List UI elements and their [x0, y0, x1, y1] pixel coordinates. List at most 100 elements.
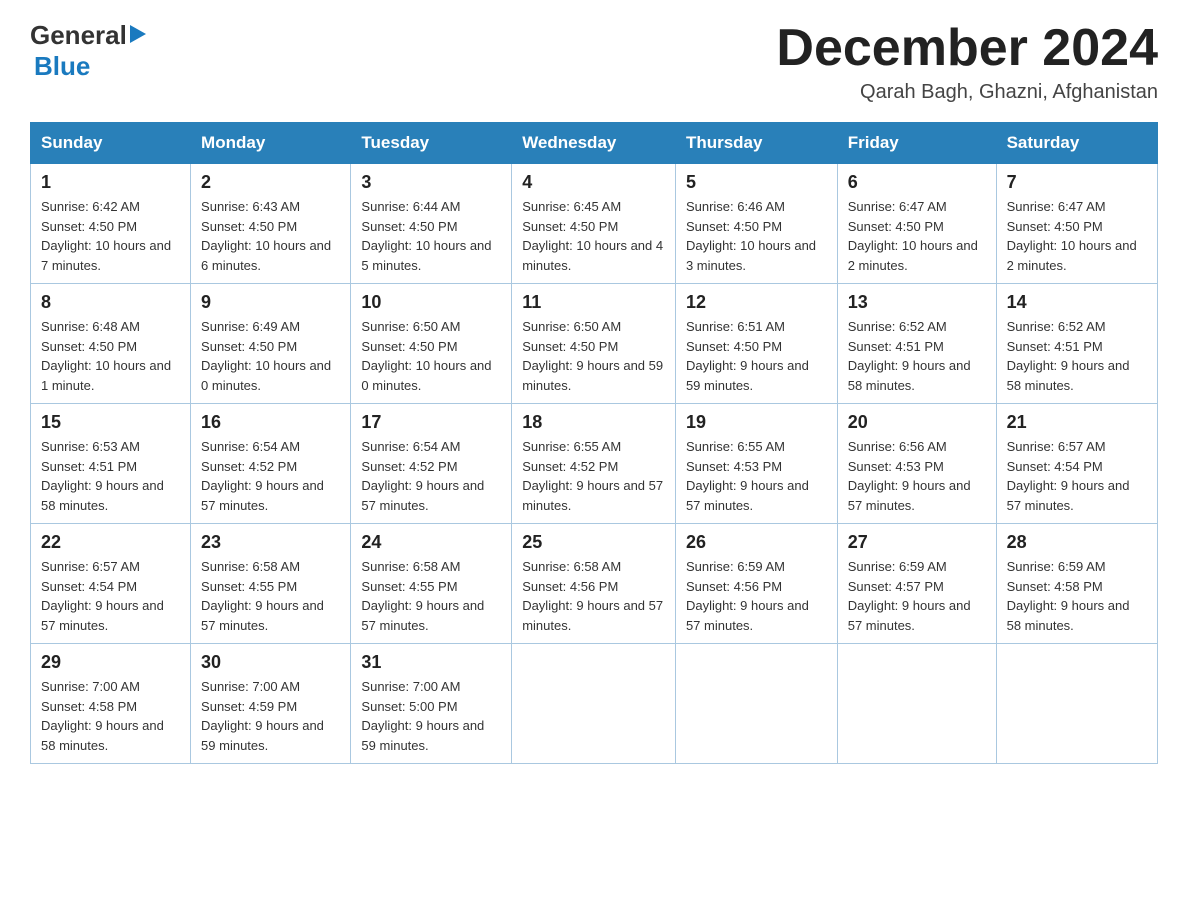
calendar-cell: 5 Sunrise: 6:46 AMSunset: 4:50 PMDayligh… [675, 164, 837, 284]
day-number: 28 [1007, 532, 1147, 553]
page-header: General Blue December 2024 Qarah Bagh, G… [30, 20, 1158, 104]
day-number: 9 [201, 292, 340, 313]
day-info: Sunrise: 6:57 AMSunset: 4:54 PMDaylight:… [41, 559, 164, 633]
day-number: 5 [686, 172, 827, 193]
day-info: Sunrise: 6:49 AMSunset: 4:50 PMDaylight:… [201, 319, 331, 393]
day-number: 13 [848, 292, 986, 313]
calendar-cell [996, 644, 1157, 764]
day-info: Sunrise: 6:42 AMSunset: 4:50 PMDaylight:… [41, 199, 171, 273]
day-info: Sunrise: 7:00 AMSunset: 4:59 PMDaylight:… [201, 679, 324, 753]
calendar-cell: 15 Sunrise: 6:53 AMSunset: 4:51 PMDaylig… [31, 404, 191, 524]
weekday-header-sunday: Sunday [31, 123, 191, 164]
day-number: 27 [848, 532, 986, 553]
day-number: 19 [686, 412, 827, 433]
location-text: Qarah Bagh, Ghazni, Afghanistan [776, 81, 1158, 104]
day-info: Sunrise: 6:54 AMSunset: 4:52 PMDaylight:… [361, 439, 484, 513]
day-number: 25 [522, 532, 665, 553]
weekday-header-monday: Monday [191, 123, 351, 164]
calendar-cell: 12 Sunrise: 6:51 AMSunset: 4:50 PMDaylig… [675, 284, 837, 404]
calendar-cell: 19 Sunrise: 6:55 AMSunset: 4:53 PMDaylig… [675, 404, 837, 524]
day-info: Sunrise: 6:47 AMSunset: 4:50 PMDaylight:… [1007, 199, 1137, 273]
calendar-cell: 17 Sunrise: 6:54 AMSunset: 4:52 PMDaylig… [351, 404, 512, 524]
calendar-cell: 1 Sunrise: 6:42 AMSunset: 4:50 PMDayligh… [31, 164, 191, 284]
calendar-week-row: 8 Sunrise: 6:48 AMSunset: 4:50 PMDayligh… [31, 284, 1158, 404]
day-number: 23 [201, 532, 340, 553]
day-info: Sunrise: 6:58 AMSunset: 4:55 PMDaylight:… [201, 559, 324, 633]
day-number: 30 [201, 652, 340, 673]
weekday-header-saturday: Saturday [996, 123, 1157, 164]
day-number: 10 [361, 292, 501, 313]
calendar-week-row: 15 Sunrise: 6:53 AMSunset: 4:51 PMDaylig… [31, 404, 1158, 524]
calendar-cell: 14 Sunrise: 6:52 AMSunset: 4:51 PMDaylig… [996, 284, 1157, 404]
day-number: 17 [361, 412, 501, 433]
day-number: 26 [686, 532, 827, 553]
day-info: Sunrise: 6:43 AMSunset: 4:50 PMDaylight:… [201, 199, 331, 273]
weekday-header-row: SundayMondayTuesdayWednesdayThursdayFrid… [31, 123, 1158, 164]
day-info: Sunrise: 6:53 AMSunset: 4:51 PMDaylight:… [41, 439, 164, 513]
day-info: Sunrise: 6:54 AMSunset: 4:52 PMDaylight:… [201, 439, 324, 513]
calendar-cell: 10 Sunrise: 6:50 AMSunset: 4:50 PMDaylig… [351, 284, 512, 404]
calendar-week-row: 29 Sunrise: 7:00 AMSunset: 4:58 PMDaylig… [31, 644, 1158, 764]
calendar-cell [675, 644, 837, 764]
day-info: Sunrise: 6:45 AMSunset: 4:50 PMDaylight:… [522, 199, 663, 273]
day-number: 3 [361, 172, 501, 193]
day-number: 20 [848, 412, 986, 433]
title-section: December 2024 Qarah Bagh, Ghazni, Afghan… [776, 20, 1158, 104]
day-number: 21 [1007, 412, 1147, 433]
day-info: Sunrise: 6:50 AMSunset: 4:50 PMDaylight:… [522, 319, 663, 393]
calendar-cell: 31 Sunrise: 7:00 AMSunset: 5:00 PMDaylig… [351, 644, 512, 764]
day-info: Sunrise: 6:58 AMSunset: 4:56 PMDaylight:… [522, 559, 663, 633]
day-info: Sunrise: 6:52 AMSunset: 4:51 PMDaylight:… [1007, 319, 1130, 393]
calendar-cell: 3 Sunrise: 6:44 AMSunset: 4:50 PMDayligh… [351, 164, 512, 284]
calendar-cell: 18 Sunrise: 6:55 AMSunset: 4:52 PMDaylig… [512, 404, 676, 524]
day-info: Sunrise: 6:48 AMSunset: 4:50 PMDaylight:… [41, 319, 171, 393]
calendar-cell: 16 Sunrise: 6:54 AMSunset: 4:52 PMDaylig… [191, 404, 351, 524]
day-info: Sunrise: 6:55 AMSunset: 4:53 PMDaylight:… [686, 439, 809, 513]
day-number: 18 [522, 412, 665, 433]
day-info: Sunrise: 6:50 AMSunset: 4:50 PMDaylight:… [361, 319, 491, 393]
calendar-week-row: 1 Sunrise: 6:42 AMSunset: 4:50 PMDayligh… [31, 164, 1158, 284]
calendar-cell: 7 Sunrise: 6:47 AMSunset: 4:50 PMDayligh… [996, 164, 1157, 284]
calendar-cell: 8 Sunrise: 6:48 AMSunset: 4:50 PMDayligh… [31, 284, 191, 404]
day-number: 6 [848, 172, 986, 193]
calendar-cell: 2 Sunrise: 6:43 AMSunset: 4:50 PMDayligh… [191, 164, 351, 284]
calendar-cell: 25 Sunrise: 6:58 AMSunset: 4:56 PMDaylig… [512, 524, 676, 644]
calendar-cell: 23 Sunrise: 6:58 AMSunset: 4:55 PMDaylig… [191, 524, 351, 644]
calendar-cell: 26 Sunrise: 6:59 AMSunset: 4:56 PMDaylig… [675, 524, 837, 644]
calendar-table: SundayMondayTuesdayWednesdayThursdayFrid… [30, 122, 1158, 764]
calendar-cell: 22 Sunrise: 6:57 AMSunset: 4:54 PMDaylig… [31, 524, 191, 644]
day-number: 15 [41, 412, 180, 433]
calendar-cell: 9 Sunrise: 6:49 AMSunset: 4:50 PMDayligh… [191, 284, 351, 404]
day-info: Sunrise: 6:59 AMSunset: 4:57 PMDaylight:… [848, 559, 971, 633]
day-number: 2 [201, 172, 340, 193]
logo-arrow-icon [130, 25, 146, 48]
day-info: Sunrise: 6:46 AMSunset: 4:50 PMDaylight:… [686, 199, 816, 273]
day-number: 7 [1007, 172, 1147, 193]
weekday-header-wednesday: Wednesday [512, 123, 676, 164]
day-info: Sunrise: 6:44 AMSunset: 4:50 PMDaylight:… [361, 199, 491, 273]
calendar-cell: 29 Sunrise: 7:00 AMSunset: 4:58 PMDaylig… [31, 644, 191, 764]
day-info: Sunrise: 6:59 AMSunset: 4:58 PMDaylight:… [1007, 559, 1130, 633]
calendar-cell: 20 Sunrise: 6:56 AMSunset: 4:53 PMDaylig… [837, 404, 996, 524]
calendar-cell [837, 644, 996, 764]
weekday-header-friday: Friday [837, 123, 996, 164]
logo-general-text: General [30, 20, 127, 51]
calendar-week-row: 22 Sunrise: 6:57 AMSunset: 4:54 PMDaylig… [31, 524, 1158, 644]
weekday-header-tuesday: Tuesday [351, 123, 512, 164]
calendar-cell: 24 Sunrise: 6:58 AMSunset: 4:55 PMDaylig… [351, 524, 512, 644]
day-info: Sunrise: 6:51 AMSunset: 4:50 PMDaylight:… [686, 319, 809, 393]
day-info: Sunrise: 7:00 AMSunset: 5:00 PMDaylight:… [361, 679, 484, 753]
day-info: Sunrise: 6:57 AMSunset: 4:54 PMDaylight:… [1007, 439, 1130, 513]
logo: General Blue [30, 20, 146, 82]
calendar-cell [512, 644, 676, 764]
day-number: 12 [686, 292, 827, 313]
day-info: Sunrise: 7:00 AMSunset: 4:58 PMDaylight:… [41, 679, 164, 753]
day-number: 1 [41, 172, 180, 193]
calendar-cell: 4 Sunrise: 6:45 AMSunset: 4:50 PMDayligh… [512, 164, 676, 284]
day-info: Sunrise: 6:59 AMSunset: 4:56 PMDaylight:… [686, 559, 809, 633]
day-number: 22 [41, 532, 180, 553]
calendar-cell: 28 Sunrise: 6:59 AMSunset: 4:58 PMDaylig… [996, 524, 1157, 644]
calendar-cell: 11 Sunrise: 6:50 AMSunset: 4:50 PMDaylig… [512, 284, 676, 404]
calendar-cell: 30 Sunrise: 7:00 AMSunset: 4:59 PMDaylig… [191, 644, 351, 764]
day-number: 29 [41, 652, 180, 673]
